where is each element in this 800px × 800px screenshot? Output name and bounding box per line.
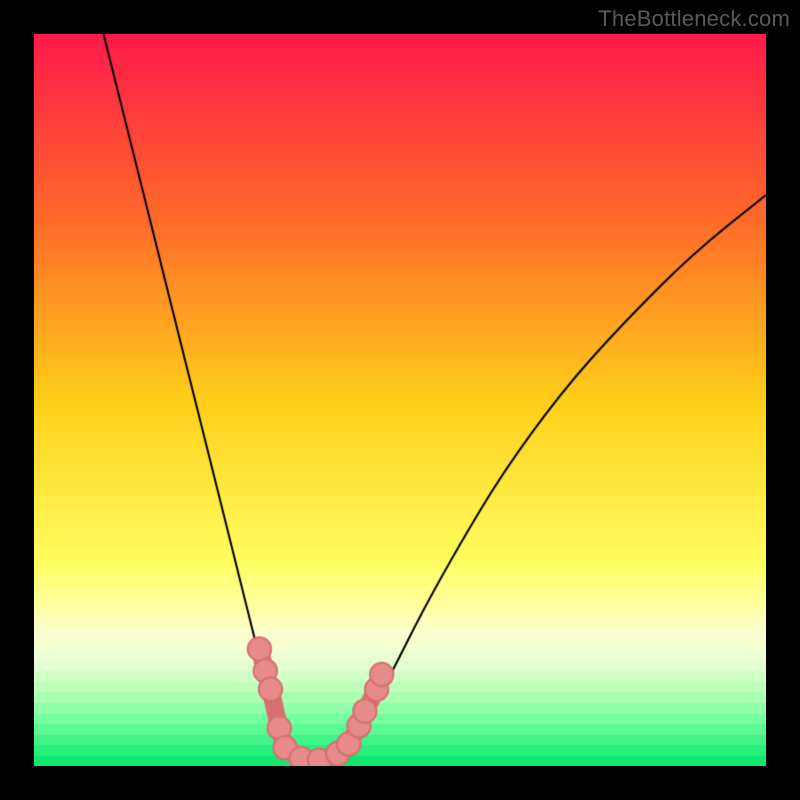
chart-canvas [34, 34, 766, 766]
plot-area [34, 34, 766, 766]
watermark-label: TheBottleneck.com [598, 6, 790, 32]
chart-frame: TheBottleneck.com [0, 0, 800, 800]
